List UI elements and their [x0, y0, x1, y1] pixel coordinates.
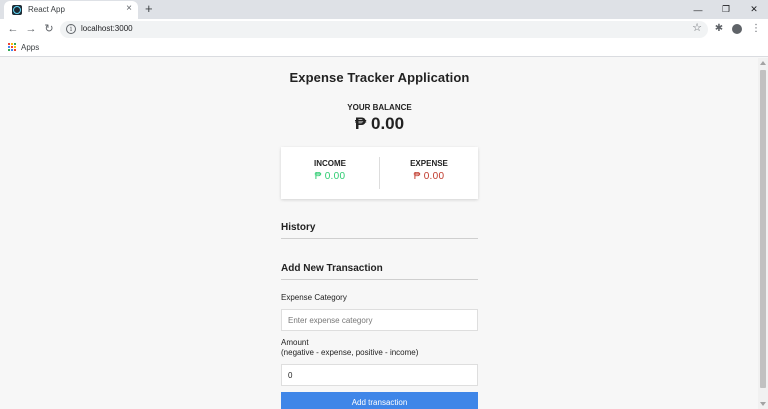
add-transaction-heading: Add New Transaction [281, 263, 478, 280]
apps-grid-dot [14, 43, 16, 45]
page-scrollbar[interactable] [758, 58, 768, 409]
extensions-puzzle-icon[interactable]: ✱ [712, 22, 726, 36]
apps-bookmark[interactable]: Apps [21, 43, 39, 52]
balance-label: YOUR BALANCE [347, 103, 412, 112]
address-bar[interactable]: i localhost:3000 ☆ [60, 21, 708, 38]
page-viewport: Expense Tracker Application YOUR BALANCE… [0, 58, 758, 409]
apps-grid-dot [11, 43, 13, 45]
scroll-down-icon[interactable] [760, 402, 766, 406]
expense-column: EXPENSE ₱ 0.00 [380, 147, 478, 199]
window-controls: — ❐ ✕ [684, 0, 768, 19]
income-label: INCOME [314, 159, 346, 168]
forward-arrow-icon[interactable]: → [24, 22, 38, 36]
history-heading: History [281, 222, 478, 239]
browser-tab[interactable]: React App × [4, 1, 138, 19]
site-info-icon[interactable]: i [66, 24, 76, 34]
balance-value: ₱ 0.00 [354, 114, 405, 133]
profile-avatar-icon[interactable] [730, 22, 744, 36]
apps-grid-dot [14, 46, 16, 48]
back-arrow-icon[interactable]: ← [6, 22, 20, 36]
reload-icon[interactable]: ↻ [42, 22, 56, 36]
restore-icon[interactable]: ❐ [712, 0, 740, 19]
apps-grid-dot [8, 49, 10, 51]
url-text[interactable]: localhost:3000 [81, 24, 133, 33]
tab-title: React App [28, 5, 65, 14]
new-tab-icon[interactable]: + [145, 1, 153, 17]
browser-menu-icon[interactable]: ⋮ [749, 22, 763, 36]
react-favicon-icon [12, 5, 22, 15]
apps-grid-dot [14, 49, 16, 51]
scroll-up-icon[interactable] [760, 61, 766, 65]
add-transaction-button[interactable]: Add transaction [281, 392, 478, 409]
apps-grid-dot [8, 46, 10, 48]
apps-grid-dot [11, 49, 13, 51]
expense-label: EXPENSE [410, 159, 448, 168]
browser-toolbar: ← → ↻ i localhost:3000 ☆ ✱ ⋮ [0, 19, 768, 40]
bookmarks-bar: Apps [0, 40, 768, 57]
page-title: Expense Tracker Application [289, 70, 470, 85]
category-label: Expense Category [281, 293, 347, 302]
tab-close-icon[interactable]: × [126, 3, 132, 15]
apps-grid-dot [11, 46, 13, 48]
amount-input[interactable] [281, 364, 478, 386]
tab-strip: React App × + — ❐ ✕ [0, 0, 768, 19]
scroll-thumb[interactable] [760, 70, 766, 388]
amount-label-hint: (negative - expense, positive - income) [281, 348, 419, 357]
close-window-icon[interactable]: ✕ [740, 0, 768, 19]
expense-value: ₱ 0.00 [413, 171, 445, 182]
income-value: ₱ 0.00 [314, 171, 346, 182]
amount-label-title: Amount [281, 338, 309, 347]
apps-grid-icon[interactable] [8, 43, 17, 52]
minimize-icon[interactable]: — [684, 0, 712, 19]
amount-label: Amount (negative - expense, positive - i… [281, 338, 478, 358]
bookmark-star-icon[interactable]: ☆ [692, 21, 702, 34]
apps-grid-dot [8, 43, 10, 45]
category-input[interactable] [281, 309, 478, 331]
income-column: INCOME ₱ 0.00 [281, 147, 379, 199]
income-expense-card: INCOME ₱ 0.00 EXPENSE ₱ 0.00 [281, 147, 478, 199]
